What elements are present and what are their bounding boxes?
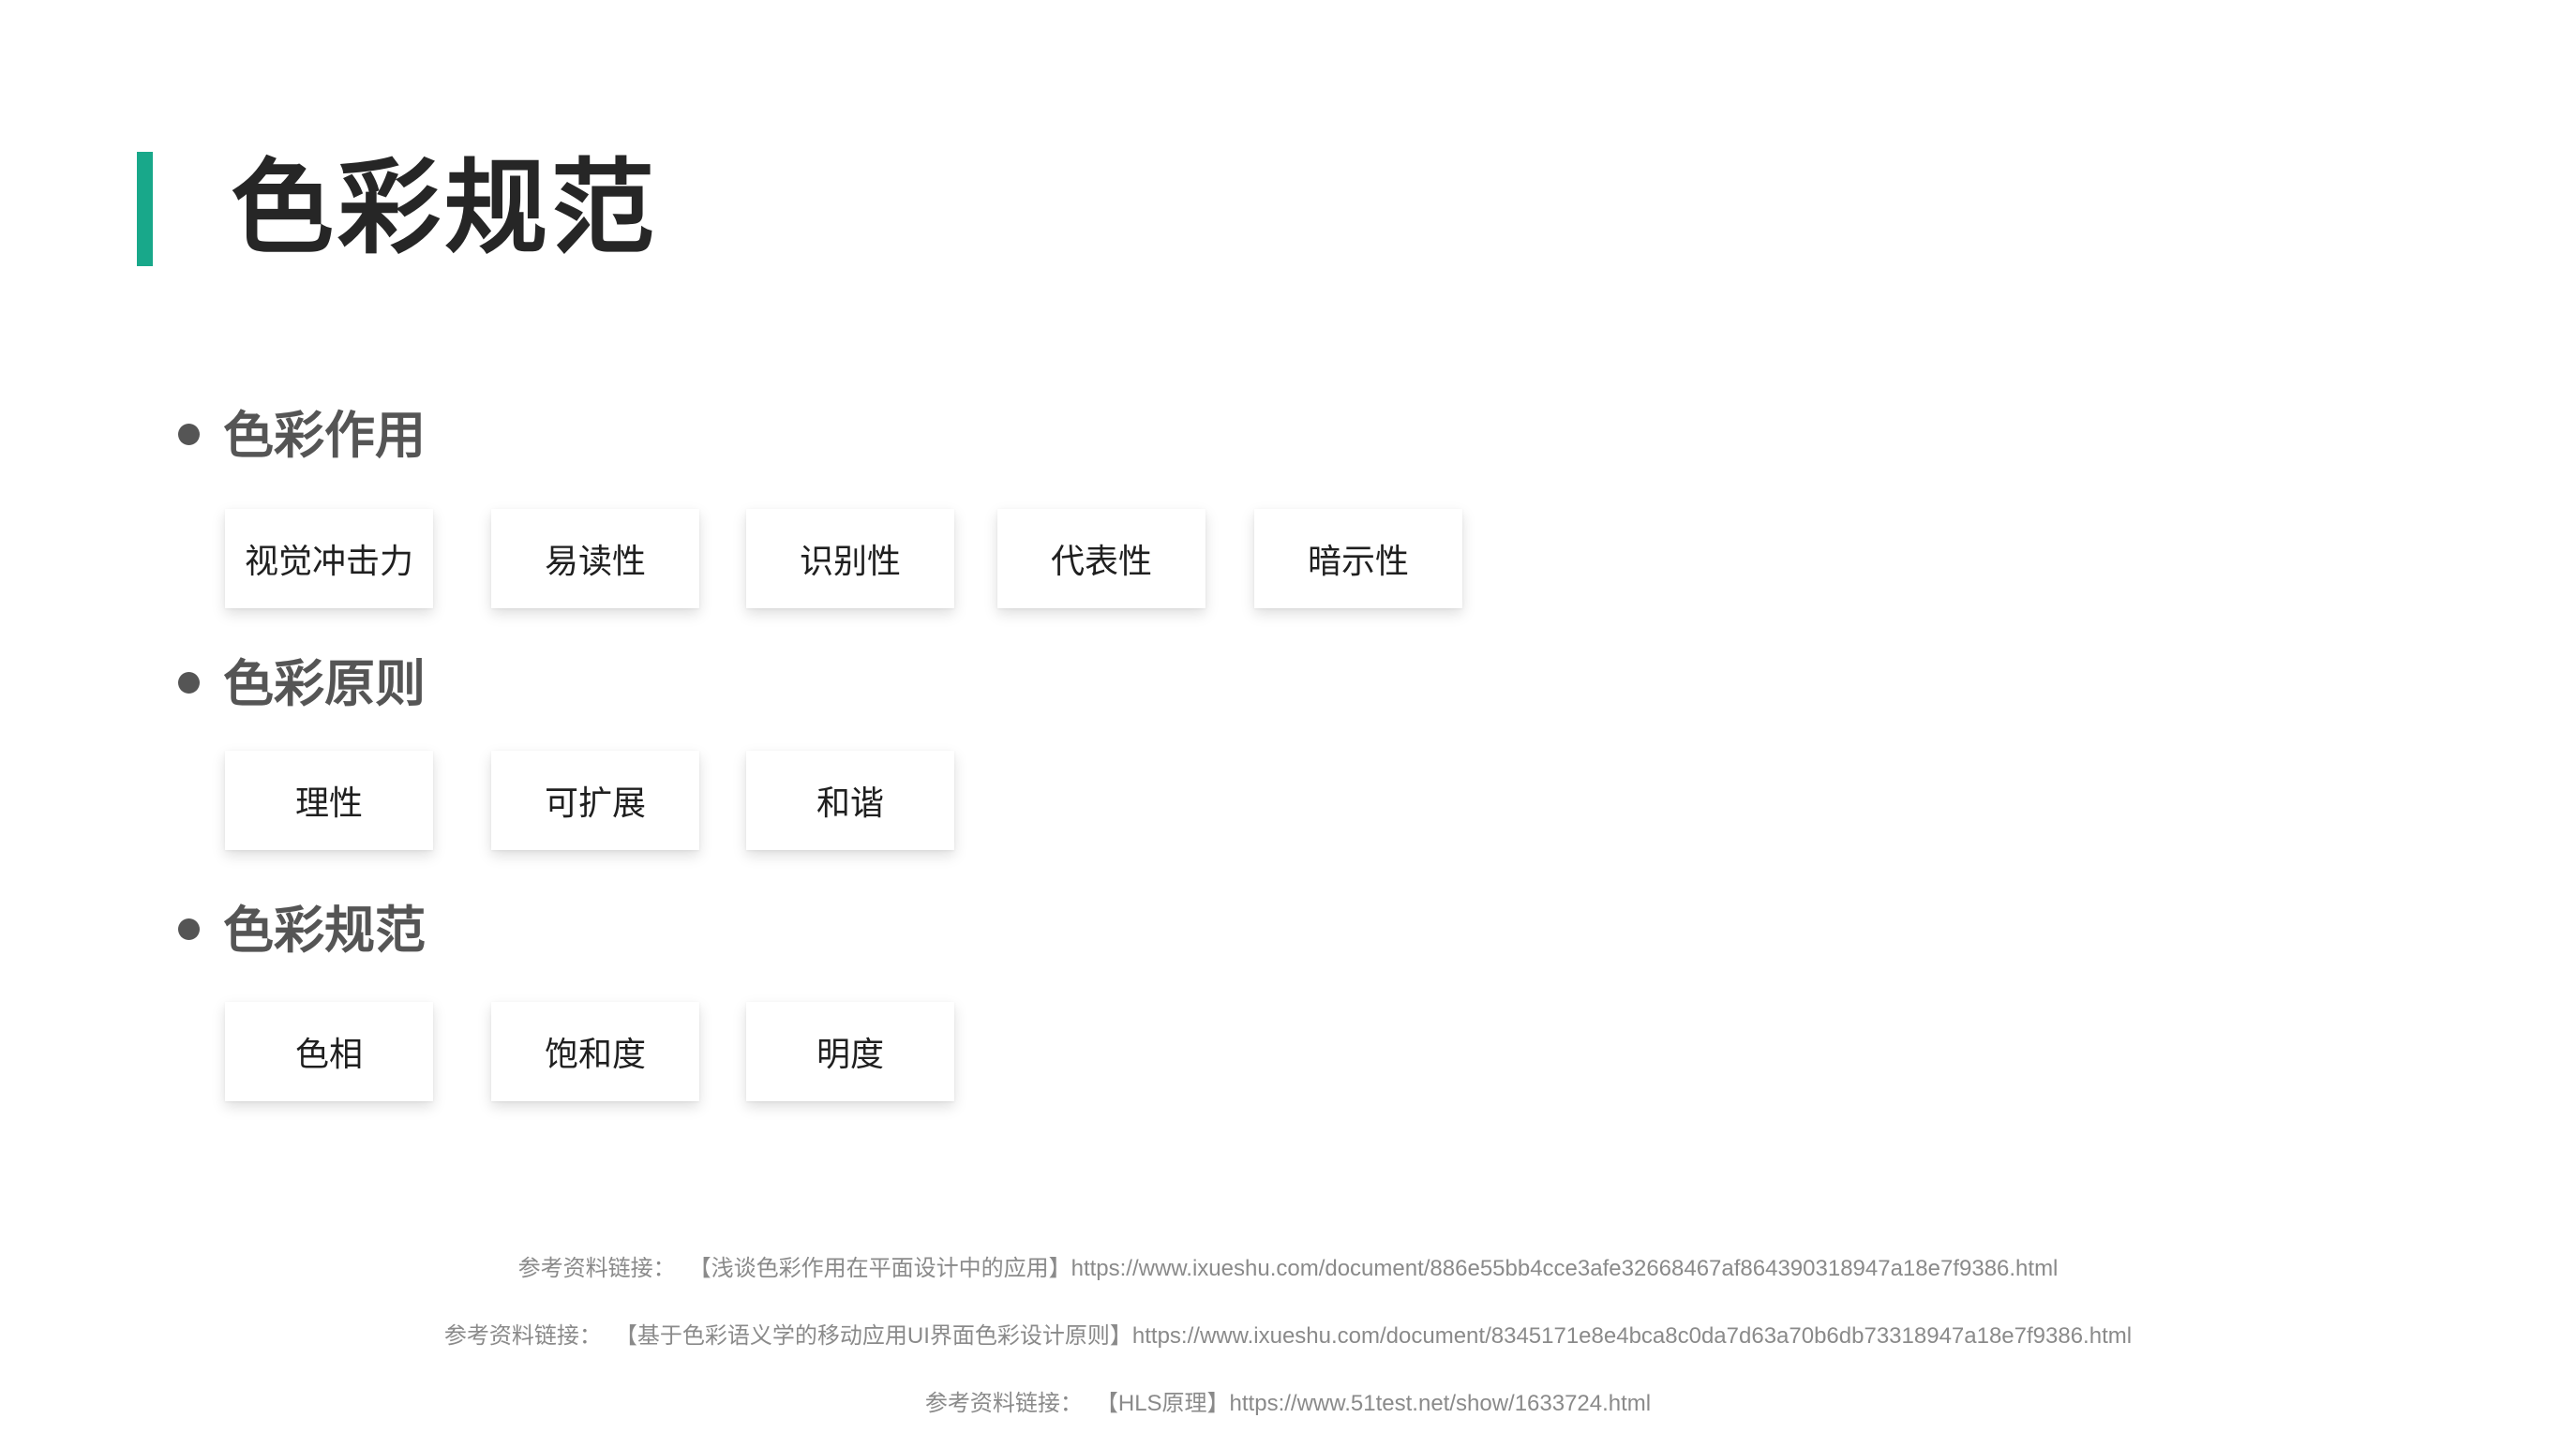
reference-link[interactable]: 【浅谈色彩作用在平面设计中的应用】https://www.ixueshu.com…: [689, 1256, 2059, 1281]
bullet-icon: [178, 424, 200, 445]
card-recognizability: 识别性: [746, 509, 954, 608]
card-saturation: 饱和度: [491, 1002, 699, 1101]
title-accent-bar: [137, 152, 153, 266]
page-title: 色彩规范: [231, 148, 658, 268]
bullet-icon: [178, 672, 200, 694]
reference-link[interactable]: 【HLS原理】https://www.51test.net/show/16337…: [1096, 1391, 1651, 1416]
section-heading-text: 色彩作用: [223, 406, 426, 465]
bullet-icon: [178, 918, 200, 940]
reference-label: 参考资料链接：: [443, 1323, 602, 1349]
card-readability: 易读性: [491, 509, 699, 608]
reference-link[interactable]: 【基于色彩语义学的移动应用UI界面色彩设计原则】https://www.ixue…: [615, 1323, 2132, 1349]
reference-label: 参考资料链接：: [924, 1391, 1083, 1416]
card-hue: 色相: [225, 1002, 433, 1101]
card-representativeness: 代表性: [997, 509, 1206, 608]
card-rationality: 理性: [225, 751, 433, 850]
reference-line: 参考资料链接： 【HLS原理】https://www.51test.net/sho…: [0, 1388, 2576, 1420]
reference-line: 参考资料链接： 【基于色彩语义学的移动应用UI界面色彩设计原则】https://w…: [0, 1321, 2576, 1352]
card-suggestiveness: 暗示性: [1254, 509, 1462, 608]
reference-line: 参考资料链接： 【浅谈色彩作用在平面设计中的应用】https://www.ixue…: [0, 1253, 2576, 1285]
card-extensibility: 可扩展: [491, 751, 699, 850]
card-visual-impact: 视觉冲击力: [225, 509, 433, 608]
section-heading-text: 色彩规范: [223, 901, 426, 960]
card-harmony: 和谐: [746, 751, 954, 850]
reference-label: 参考资料链接：: [517, 1256, 676, 1281]
section-heading-text: 色彩原则: [223, 654, 426, 713]
card-brightness: 明度: [746, 1002, 954, 1101]
